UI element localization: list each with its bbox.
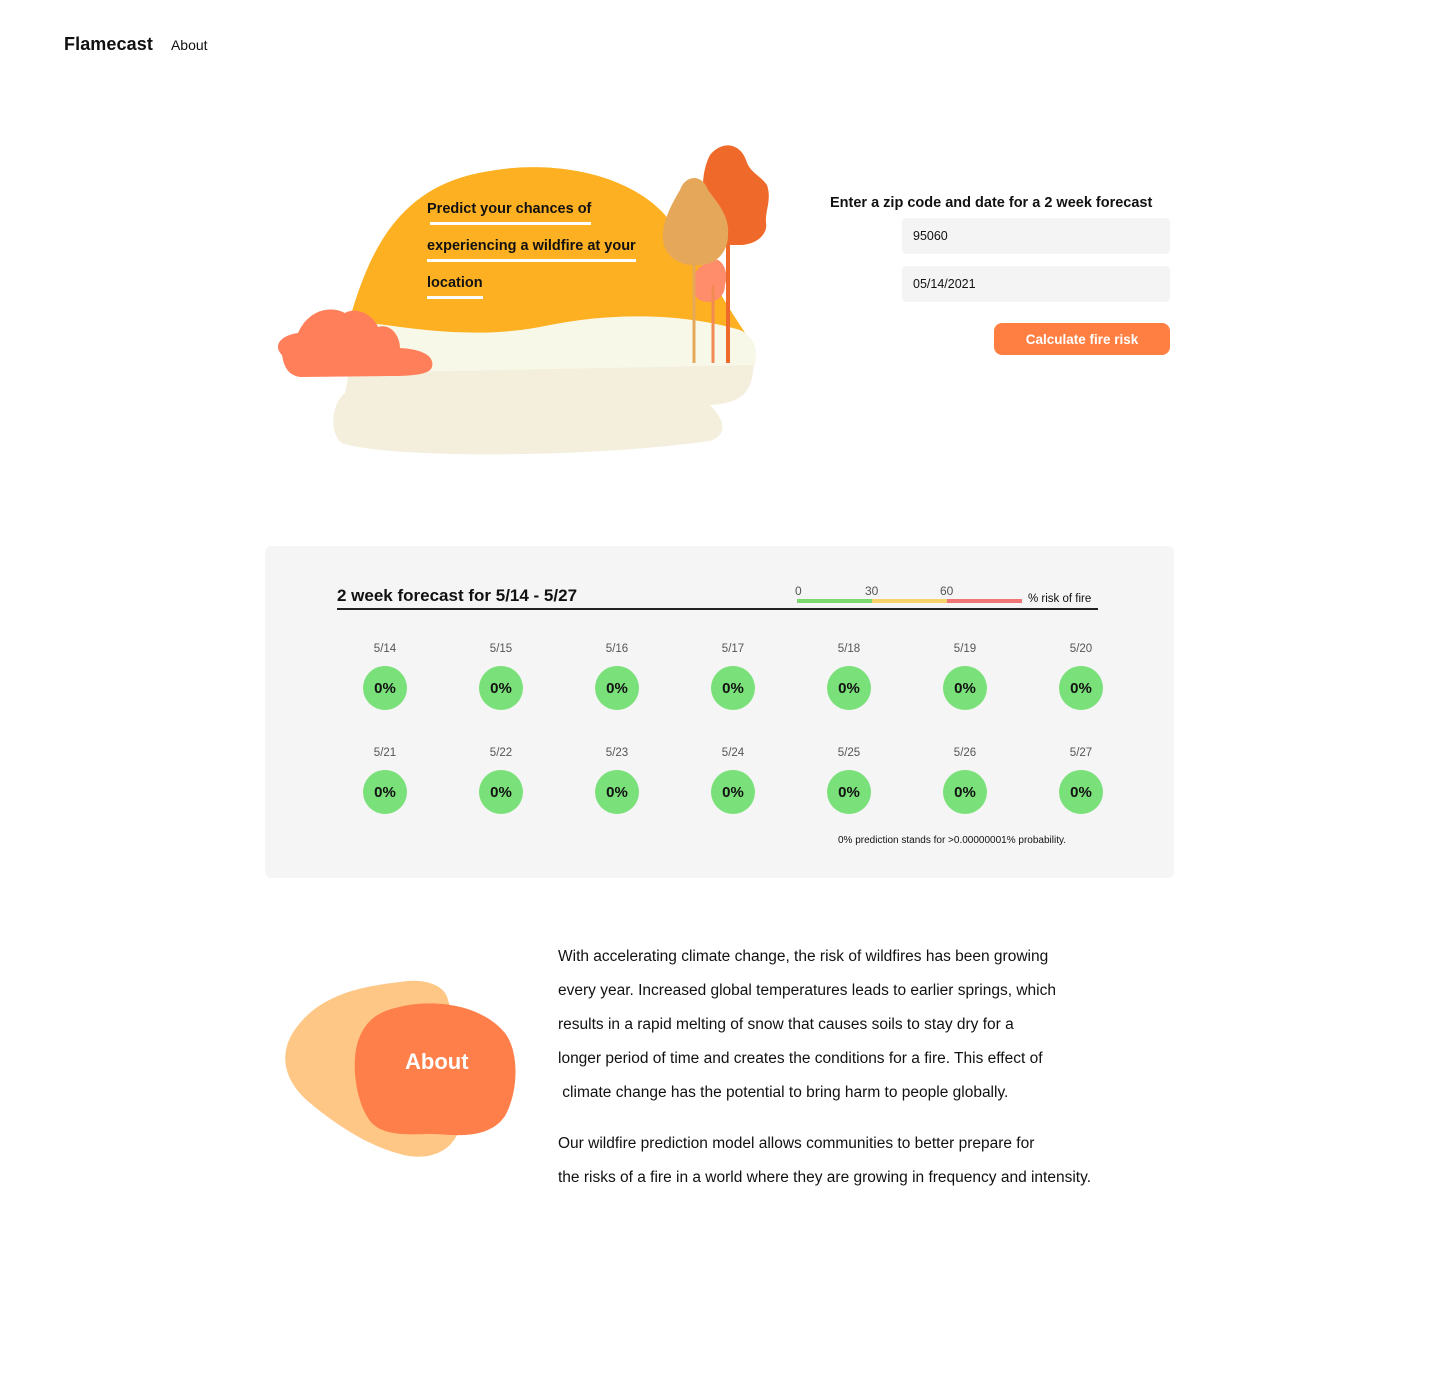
hero-tagline: Predict your chances of experiencing a w… — [427, 200, 667, 311]
day-risk-badge: 0% — [479, 770, 523, 814]
legend-tick-label: 0 — [795, 584, 802, 598]
about-paragraph: Our wildfire prediction model allows com… — [558, 1127, 1178, 1195]
hero-tagline-text: Predict your chances of — [427, 201, 592, 225]
date-input[interactable] — [902, 266, 1170, 302]
forecast-day: 5/22 0% — [443, 746, 559, 814]
legend-tick-label: 30 — [865, 584, 879, 598]
day-date-label: 5/21 — [373, 747, 397, 759]
forecast-day: 5/27 0% — [1023, 746, 1139, 814]
forecast-panel: 2 week forecast for 5/14 - 5/27 0 30 60 … — [265, 546, 1174, 878]
about-description: With accelerating climate change, the ri… — [558, 940, 1178, 1195]
forecast-week-row: 5/14 0% 5/15 0% 5/16 0% 5/17 0% 5/18 0% 5/19 0… — [327, 642, 1139, 710]
forecast-day: 5/17 0% — [675, 642, 791, 710]
legend-mid-risk-bar — [872, 599, 947, 603]
about-text-line: Our wildfire prediction model allows com… — [558, 1135, 1035, 1152]
day-risk-badge: 0% — [1059, 666, 1103, 710]
day-risk-badge: 0% — [479, 666, 523, 710]
day-risk-badge: 0% — [595, 770, 639, 814]
legend-low-risk-bar — [797, 599, 872, 603]
day-date-label: 5/27 — [1069, 747, 1093, 759]
day-date-label: 5/26 — [953, 747, 977, 759]
day-risk-badge: 0% — [363, 666, 407, 710]
hero-tagline-text: experiencing a wildfire at your — [427, 238, 636, 262]
top-nav: Flamecast About — [64, 34, 208, 55]
forecast-day: 5/24 0% — [675, 746, 791, 814]
day-date-label: 5/16 — [605, 643, 629, 655]
forecast-day: 5/19 0% — [907, 642, 1023, 710]
forecast-day: 5/25 0% — [791, 746, 907, 814]
forecast-day: 5/23 0% — [559, 746, 675, 814]
day-risk-badge: 0% — [711, 770, 755, 814]
day-risk-badge: 0% — [827, 770, 871, 814]
hero-tagline-text: location — [427, 275, 483, 299]
zip-code-input[interactable] — [902, 218, 1170, 254]
day-risk-badge: 0% — [363, 770, 407, 814]
about-text-line: every year. Increased global temperature… — [558, 982, 1056, 999]
forecast-week-row: 5/21 0% 5/22 0% 5/23 0% 5/24 0% 5/25 0% 5/26 0… — [327, 746, 1139, 814]
day-risk-badge: 0% — [943, 770, 987, 814]
day-date-label: 5/22 — [489, 747, 513, 759]
day-date-label: 5/14 — [373, 643, 397, 655]
about-text-line: results in a rapid melting of snow that … — [558, 1016, 1014, 1033]
about-text-line: the risks of a fire in a world where the… — [558, 1169, 1092, 1186]
day-risk-badge: 0% — [595, 666, 639, 710]
hero-tagline-line: experiencing a wildfire at your — [427, 237, 667, 262]
day-date-label: 5/25 — [837, 747, 861, 759]
legend-unit-label: % risk of fire — [1028, 593, 1092, 605]
about-text-line: longer period of time and creates the co… — [558, 1050, 1043, 1067]
forecast-title-divider — [337, 608, 1098, 610]
risk-legend: 0 30 60 % risk of fire — [795, 584, 1105, 608]
day-date-label: 5/19 — [953, 643, 977, 655]
ground-base-shape — [333, 363, 754, 455]
calculate-fire-risk-button[interactable]: Calculate fire risk — [994, 323, 1170, 355]
forecast-day: 5/18 0% — [791, 642, 907, 710]
day-risk-badge: 0% — [943, 666, 987, 710]
legend-tick-label: 60 — [940, 584, 954, 598]
about-heading: About — [405, 1049, 469, 1074]
legend-high-risk-bar — [947, 599, 1022, 603]
day-date-label: 5/23 — [605, 747, 629, 759]
day-risk-badge: 0% — [711, 666, 755, 710]
about-blob-illustration — [285, 980, 516, 1157]
about-paragraph: With accelerating climate change, the ri… — [558, 940, 1178, 1110]
day-date-label: 5/18 — [837, 643, 861, 655]
forecast-form-title: Enter a zip code and date for a 2 week f… — [830, 195, 1153, 211]
hero-tagline-line: location — [427, 274, 667, 299]
day-date-label: 5/17 — [721, 643, 745, 655]
about-text-line: climate change has the potential to brin… — [558, 1084, 1009, 1101]
about-text-line: With accelerating climate change, the ri… — [558, 948, 1049, 965]
nav-about-link[interactable]: About — [171, 37, 208, 53]
day-risk-badge: 0% — [827, 666, 871, 710]
forecast-day: 5/21 0% — [327, 746, 443, 814]
forecast-day: 5/16 0% — [559, 642, 675, 710]
forecast-title: 2 week forecast for 5/14 - 5/27 — [337, 586, 578, 605]
forecast-days-grid: 5/14 0% 5/15 0% 5/16 0% 5/17 0% 5/18 0% 5/19 0… — [327, 642, 1139, 814]
brand-logo[interactable]: Flamecast — [64, 34, 153, 55]
day-date-label: 5/20 — [1069, 643, 1093, 655]
hero-tagline-line: Predict your chances of — [427, 200, 667, 225]
day-date-label: 5/15 — [489, 643, 513, 655]
day-risk-badge: 0% — [1059, 770, 1103, 814]
forecast-day: 5/14 0% — [327, 642, 443, 710]
forecast-day: 5/26 0% — [907, 746, 1023, 814]
forecast-footnote: 0% prediction stands for >0.00000001% pr… — [838, 835, 1067, 846]
forecast-day: 5/15 0% — [443, 642, 559, 710]
forecast-day: 5/20 0% — [1023, 642, 1139, 710]
day-date-label: 5/24 — [721, 747, 745, 759]
